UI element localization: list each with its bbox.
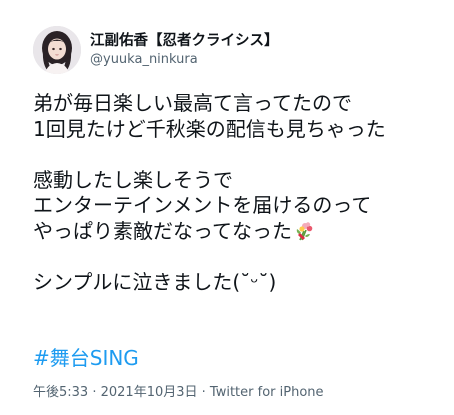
tweet-line: 弟が毎日楽しい最高て言ってたので bbox=[33, 91, 352, 115]
tweet-text: 弟が毎日楽しい最高て言ってたので 1回見たけど千秋楽の配信も見ちゃった 感動した… bbox=[33, 91, 443, 296]
author-handle[interactable]: @yuuka_ninkura bbox=[90, 51, 279, 69]
author-names: 江副佑香【忍者クライシス】 @yuuka_ninkura bbox=[90, 32, 279, 69]
hashtag-link[interactable]: #舞台SING bbox=[33, 345, 139, 371]
meta-separator: · bbox=[88, 385, 101, 400]
tweet-meta: 午後5:33 · 2021年10月3日 · Twitter for iPhone bbox=[33, 384, 324, 402]
meta-separator: · bbox=[197, 385, 210, 400]
tweet-line: エンターテインメントを届けるのって bbox=[33, 193, 372, 218]
tweet-header: 江副佑香【忍者クライシス】 @yuuka_ninkura bbox=[33, 26, 279, 74]
tweet-line: やっぱり素敵だなってなった bbox=[33, 218, 292, 243]
tweet-line: 1回見たけど千秋楽の配信も見ちゃった bbox=[33, 116, 386, 141]
avatar[interactable] bbox=[33, 26, 81, 74]
bouquet-icon bbox=[294, 221, 314, 248]
tweet-source-link[interactable]: Twitter for iPhone bbox=[210, 385, 324, 400]
tweet-time-link[interactable]: 午後5:33 bbox=[33, 385, 88, 400]
tweet-date-link[interactable]: 2021年10月3日 bbox=[101, 385, 198, 400]
tweet-line: シンプルに泣きました(˘ᵕ˘) bbox=[33, 270, 277, 295]
tweet-line-with-emoji: やっぱり素敵だなってなった bbox=[33, 219, 443, 245]
tweet-line: 感動したし楽しそうで bbox=[33, 167, 233, 192]
tweet-card: 江副佑香【忍者クライシス】 @yuuka_ninkura 弟が毎日楽しい最高て言… bbox=[0, 0, 454, 415]
author-display-name[interactable]: 江副佑香【忍者クライシス】 bbox=[90, 32, 279, 51]
avatar-image bbox=[33, 26, 81, 74]
